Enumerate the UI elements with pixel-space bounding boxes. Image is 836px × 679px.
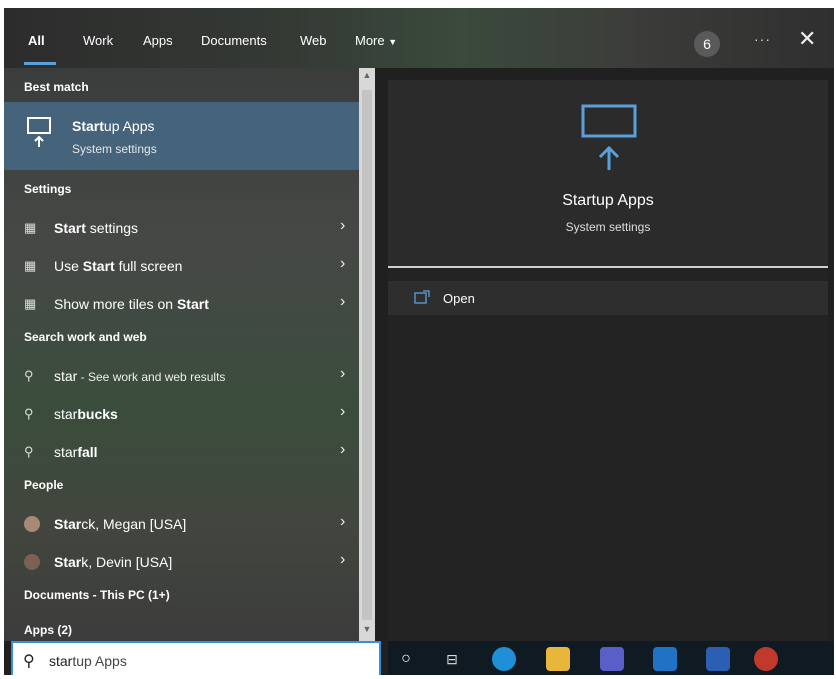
settings-item-start-settings[interactable]: ▦ Start settings ›: [4, 210, 359, 246]
results-scrollbar[interactable]: ▲ ▼: [359, 68, 375, 641]
search-icon: ⚲: [24, 444, 34, 459]
person-name-rest: ck, Megan [USA]: [81, 516, 187, 532]
web-item-starbucks[interactable]: ⚲ starbucks ›: [4, 396, 359, 432]
teams-icon[interactable]: [600, 647, 624, 671]
chevron-right-icon: ›: [340, 217, 346, 234]
settings-item-more-tiles[interactable]: ▦ Show more tiles on Start ›: [4, 286, 359, 322]
web-item-query: star: [54, 406, 78, 422]
settings-item-bold: Start: [82, 258, 115, 274]
open-icon: [414, 290, 430, 304]
file-explorer-icon[interactable]: [546, 647, 570, 671]
search-input[interactable]: ⚲ startup Apps: [11, 641, 381, 675]
active-tab-indicator: [24, 62, 56, 65]
tab-documents[interactable]: Documents: [201, 33, 267, 48]
person-name-bold: Star: [54, 516, 82, 532]
divider: [388, 266, 828, 268]
web-item-query: star: [54, 368, 78, 384]
chevron-right-icon: ›: [340, 293, 346, 310]
results-list: Best match Startup Apps System settings …: [4, 68, 359, 641]
tab-web[interactable]: Web: [300, 33, 327, 48]
avatar: [24, 516, 40, 532]
search-window: All Work Apps Documents Web More ▼ 6 ···…: [4, 8, 834, 675]
settings-item-label: full screen: [114, 258, 183, 274]
avatar: [24, 554, 40, 570]
person-name-rest: k, Devin [USA]: [81, 554, 173, 570]
snipping-tool-icon[interactable]: [754, 647, 778, 671]
cortana-icon[interactable]: ○: [394, 647, 418, 671]
open-action[interactable]: Open: [388, 281, 828, 315]
person-item-devin[interactable]: Stark, Devin [USA] ›: [4, 544, 359, 580]
tiles-icon: ▦: [24, 220, 37, 235]
best-match-item[interactable]: Startup Apps System settings: [4, 102, 359, 170]
section-apps[interactable]: Apps (2): [24, 623, 72, 637]
tab-more[interactable]: More ▼: [355, 33, 397, 48]
scroll-up-icon[interactable]: ▲: [359, 70, 375, 86]
web-item-starfall[interactable]: ⚲ starfall ›: [4, 434, 359, 470]
tab-apps[interactable]: Apps: [143, 33, 173, 48]
chevron-down-icon: ▼: [388, 37, 398, 47]
search-autocomplete-text: tup Apps: [72, 653, 127, 669]
tab-work[interactable]: Work: [83, 33, 113, 48]
person-name-bold: Star: [54, 554, 82, 570]
startup-apps-large-icon: [581, 104, 637, 170]
ellipsis-icon[interactable]: ···: [754, 31, 771, 47]
section-people: People: [24, 478, 64, 492]
chevron-right-icon: ›: [340, 551, 346, 568]
scroll-down-icon[interactable]: ▼: [359, 624, 375, 640]
settings-item-full-screen[interactable]: ▦ Use Start full screen ›: [4, 248, 359, 284]
tab-all[interactable]: All: [28, 33, 45, 48]
settings-item-label: settings: [85, 220, 139, 236]
chevron-right-icon: ›: [340, 365, 346, 382]
best-match-subtitle: System settings: [72, 142, 157, 156]
web-item-hint: - See work and web results: [77, 370, 226, 384]
search-typed-text: star: [49, 653, 73, 669]
scroll-thumb[interactable]: [362, 90, 372, 620]
taskbar: ○ ⊟: [388, 641, 834, 675]
settings-item-label: Use: [54, 258, 83, 274]
task-view-icon[interactable]: ⊟: [440, 647, 464, 671]
startup-apps-icon: [27, 117, 51, 147]
settings-item-label: Show more tiles on: [54, 296, 177, 312]
word-icon[interactable]: [706, 647, 730, 671]
edge-icon[interactable]: [492, 647, 516, 671]
section-documents[interactable]: Documents - This PC (1+): [24, 588, 170, 602]
preview-pane: Startup Apps System settings Open: [388, 80, 828, 641]
section-settings: Settings: [24, 182, 72, 196]
outlook-icon[interactable]: [653, 647, 677, 671]
web-item-star[interactable]: ⚲ star - See work and web results ›: [4, 358, 359, 394]
preview-title: Startup Apps: [562, 192, 654, 209]
search-icon: ⚲: [24, 368, 34, 383]
person-item-megan[interactable]: Starck, Megan [USA] ›: [4, 506, 359, 542]
search-icon: ⚲: [23, 653, 35, 670]
rewards-badge[interactable]: 6: [694, 31, 720, 57]
preview-subtitle: System settings: [565, 220, 651, 234]
search-icon: ⚲: [24, 406, 34, 421]
chevron-right-icon: ›: [340, 403, 346, 420]
best-match-title-rest: up Apps: [103, 118, 155, 134]
close-icon[interactable]: ✕: [798, 26, 816, 52]
section-search-web: Search work and web: [24, 330, 147, 344]
tiles-icon: ▦: [24, 296, 37, 311]
preview-header: Startup Apps System settings: [388, 80, 828, 266]
tab-more-label: More: [355, 33, 385, 48]
chevron-right-icon: ›: [340, 441, 346, 458]
filter-tab-bar: All Work Apps Documents Web More ▼ 6 ···…: [4, 8, 834, 68]
open-label: Open: [443, 291, 475, 306]
web-item-bold: bucks: [77, 406, 118, 422]
best-match-title-bold: Start: [72, 118, 104, 134]
settings-item-bold: Start: [54, 220, 86, 236]
chevron-right-icon: ›: [340, 255, 346, 272]
web-item-query: star: [54, 444, 78, 460]
web-item-bold: fall: [77, 444, 98, 460]
search-query: startup Apps: [49, 653, 127, 669]
settings-item-bold: Start: [176, 296, 209, 312]
chevron-right-icon: ›: [340, 513, 346, 530]
best-match-title: Startup Apps: [72, 118, 155, 134]
tiles-icon: ▦: [24, 258, 37, 273]
section-best-match: Best match: [24, 80, 89, 94]
